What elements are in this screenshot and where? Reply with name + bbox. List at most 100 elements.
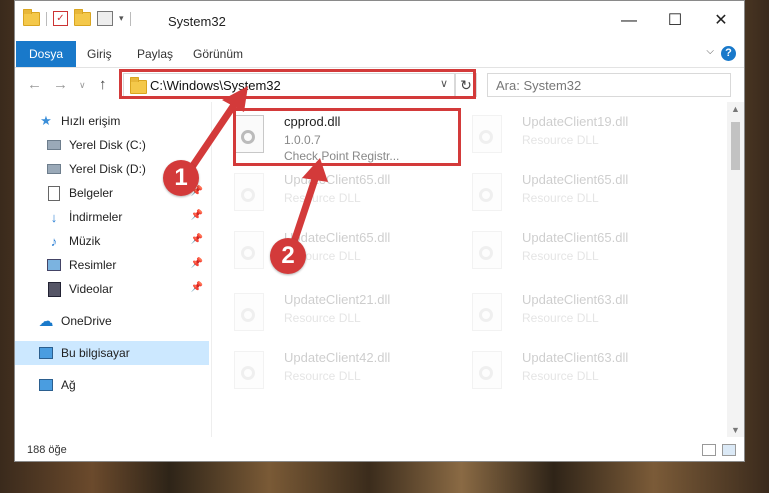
search-input[interactable]: Ara: System32 — [487, 73, 731, 97]
sidebar-item-label: Belgeler — [69, 186, 114, 200]
scrollbar-thumb[interactable] — [731, 122, 740, 170]
address-highlight-box — [119, 69, 476, 99]
file-item[interactable]: UpdateClient65.dll Resource DLL — [212, 222, 438, 280]
status-bar: 188 öğe — [15, 439, 744, 461]
dll-file-icon — [234, 231, 264, 269]
computer-icon — [39, 346, 53, 360]
network-icon — [39, 378, 53, 392]
properties-check-icon[interactable]: ✓ — [53, 11, 68, 26]
sidebar-item-this-pc[interactable]: Bu bilgisayar — [15, 341, 209, 365]
help-icon[interactable]: ? — [721, 46, 736, 61]
scroll-up-icon[interactable]: ▲ — [731, 104, 740, 114]
dll-file-icon — [234, 293, 264, 331]
music-icon: ♪ — [50, 233, 58, 249]
file-name: UpdateClient19.dll — [522, 114, 629, 129]
sidebar-item-label: Yerel Disk (C:) — [69, 138, 146, 152]
cloud-icon: ☁ — [38, 313, 54, 330]
file-name: UpdateClient65.dll — [522, 172, 629, 187]
file-description: Resource DLL — [284, 311, 361, 325]
sidebar-item-label: Ağ — [61, 378, 76, 392]
tab-giris[interactable]: Giriş — [87, 41, 112, 67]
file-item[interactable]: UpdateClient63.dll Resource DLL — [450, 342, 676, 400]
documents-icon — [47, 185, 61, 201]
tab-dosya[interactable]: Dosya — [16, 41, 77, 67]
file-name: UpdateClient63.dll — [522, 292, 629, 307]
file-item[interactable]: UpdateClient65.dll Resource DLL — [212, 164, 438, 222]
sidebar-item-label: İndirmeler — [69, 210, 123, 224]
maximize-button[interactable]: ☐ — [652, 9, 698, 33]
step-2-badge: 2 — [270, 238, 306, 274]
new-folder-icon[interactable] — [74, 8, 91, 26]
tab-gorunum[interactable]: Görünüm — [193, 41, 243, 67]
sidebar-item-pictures[interactable]: Resimler 📌 — [15, 253, 209, 277]
pin-icon[interactable]: 📌 — [191, 210, 203, 221]
file-item[interactable]: UpdateClient42.dll Resource DLL — [212, 342, 438, 400]
videos-icon — [47, 281, 61, 297]
file-item[interactable]: UpdateClient63.dll Resource DLL — [450, 284, 676, 342]
pin-icon[interactable]: 📌 — [191, 282, 203, 293]
file-item[interactable]: UpdateClient19.dll Resource DLL — [450, 106, 676, 164]
up-arrow-icon[interactable]: ↑ — [99, 76, 107, 93]
file-description: Resource DLL — [522, 311, 599, 325]
sidebar-item-downloads[interactable]: ↓ İndirmeler 📌 — [15, 205, 209, 229]
file-name: UpdateClient21.dll — [284, 292, 391, 307]
sidebar-item-label: Resimler — [69, 258, 117, 272]
star-icon: ★ — [40, 113, 52, 128]
item-count: 188 öğe — [27, 444, 67, 456]
tab-paylas[interactable]: Paylaş — [137, 41, 173, 67]
sidebar-item-label: OneDrive — [61, 314, 112, 328]
details-view-icon[interactable] — [702, 444, 716, 456]
folder-icon — [23, 8, 40, 26]
file-highlight-box — [233, 108, 461, 166]
sidebar-item-quick-access[interactable]: ★ Hızlı erişim — [15, 109, 209, 133]
toolbar-divider — [46, 11, 47, 26]
recent-locations-icon[interactable]: ∨ — [79, 80, 86, 91]
sidebar-item-disk-c[interactable]: Yerel Disk (C:) — [15, 133, 209, 157]
navigation-pane: ★ Hızlı erişim Yerel Disk (C:) Yerel Dis… — [15, 102, 212, 437]
tiles-view-icon[interactable] — [722, 444, 736, 456]
pin-icon[interactable]: 📌 — [191, 234, 203, 245]
vertical-scrollbar[interactable]: ▲ ▼ — [727, 102, 744, 437]
drive-icon — [47, 162, 61, 176]
file-description: Resource DLL — [522, 133, 599, 147]
pin-icon[interactable]: 📌 — [191, 258, 203, 269]
file-item[interactable]: UpdateClient21.dll Resource DLL — [212, 284, 438, 342]
file-name: UpdateClient42.dll — [284, 350, 391, 365]
sidebar-item-network[interactable]: Ağ — [15, 373, 209, 397]
dropdown-arrow-icon[interactable]: ▾ — [119, 13, 124, 24]
dll-file-icon — [472, 231, 502, 269]
sidebar-item-label: Müzik — [69, 234, 101, 248]
sidebar-item-onedrive[interactable]: ☁ OneDrive — [15, 309, 209, 333]
file-name: UpdateClient63.dll — [522, 350, 629, 365]
dll-file-icon — [472, 173, 502, 211]
forward-arrow-icon[interactable]: → — [53, 76, 68, 93]
toolbar-divider — [129, 11, 131, 26]
download-icon: ↓ — [50, 209, 58, 225]
file-description: Resource DLL — [522, 191, 599, 205]
step-1-badge: 1 — [163, 160, 199, 196]
window-title: System32 — [168, 14, 226, 29]
customize-icon[interactable] — [97, 11, 113, 26]
dll-file-icon — [234, 173, 264, 211]
minimize-button[interactable]: — — [606, 9, 652, 33]
dll-file-icon — [472, 293, 502, 331]
title-bar: ✓ ▾ System32 — ☐ ✕ — [15, 1, 744, 41]
back-arrow-icon[interactable]: ← — [27, 76, 42, 93]
sidebar-item-music[interactable]: ♪ Müzik 📌 — [15, 229, 209, 253]
dll-file-icon — [234, 351, 264, 389]
file-description: Resource DLL — [284, 191, 361, 205]
expand-ribbon-icon[interactable]: ⌵ — [706, 46, 714, 57]
file-item[interactable]: UpdateClient65.dll Resource DLL — [450, 164, 676, 222]
file-name: UpdateClient65.dll — [522, 230, 629, 245]
sidebar-item-videos[interactable]: Videolar 📌 — [15, 277, 209, 301]
file-item[interactable]: UpdateClient65.dll Resource DLL — [450, 222, 676, 280]
sidebar-item-label: Hızlı erişim — [61, 114, 121, 128]
scroll-down-icon[interactable]: ▼ — [731, 425, 740, 435]
dll-file-icon — [472, 351, 502, 389]
sidebar-item-label: Videolar — [69, 282, 113, 296]
dll-file-icon — [472, 115, 502, 153]
ribbon-tabs: Dosya Giriş Paylaş Görünüm ⌵ ? — [15, 41, 744, 68]
file-description: Resource DLL — [522, 249, 599, 263]
close-button[interactable]: ✕ — [698, 9, 744, 33]
file-description: Resource DLL — [284, 369, 361, 383]
